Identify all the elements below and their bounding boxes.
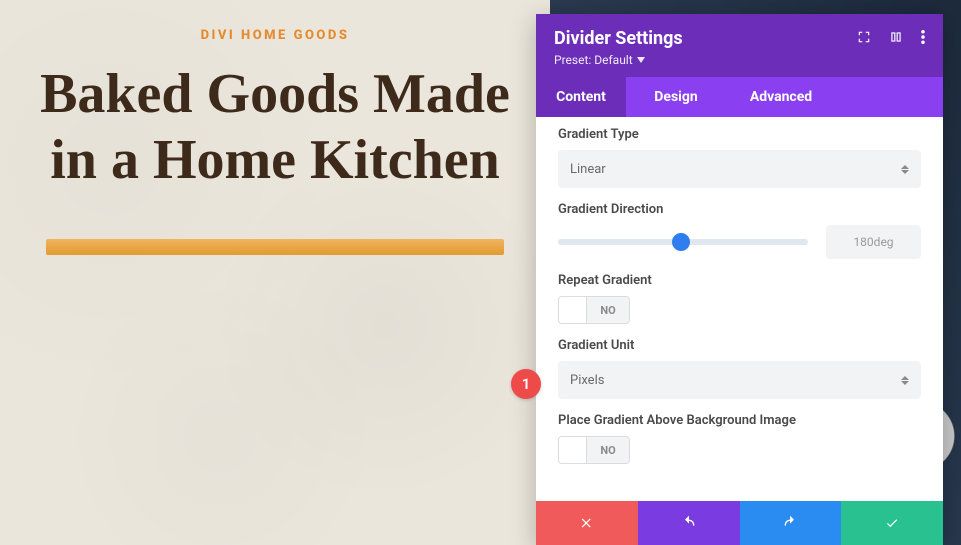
- select-arrows-icon: [901, 165, 909, 174]
- tab-advanced[interactable]: Advanced: [726, 77, 836, 117]
- confirm-button[interactable]: [841, 501, 943, 545]
- check-icon: [884, 516, 900, 530]
- gradient-type-value: Linear: [570, 162, 606, 177]
- repeat-gradient-label: Repeat Gradient: [558, 273, 921, 288]
- slider-thumb[interactable]: [672, 233, 690, 251]
- tab-design[interactable]: Design: [626, 77, 726, 117]
- gradient-direction-slider[interactable]: [558, 239, 808, 245]
- place-above-value: NO: [587, 437, 629, 463]
- chevron-down-icon: [637, 57, 645, 63]
- toggle-knob: [559, 297, 587, 323]
- panel-title: Divider Settings: [554, 28, 683, 49]
- redo-icon: [781, 515, 799, 531]
- eyebrow-text: DIVI HOME GOODS: [30, 28, 520, 43]
- panel-tabs: Content Design Advanced: [536, 77, 943, 117]
- gradient-unit-select[interactable]: Pixels: [558, 361, 921, 399]
- more-icon[interactable]: [921, 29, 925, 48]
- repeat-gradient-value: NO: [587, 297, 629, 323]
- step-badge-1: 1: [511, 369, 541, 399]
- place-above-label: Place Gradient Above Background Image: [558, 413, 818, 428]
- panel-header: Divider Settings Preset: Default: [536, 14, 943, 77]
- close-icon: [580, 516, 594, 530]
- panel-body: Gradient Type Linear Gradient Direction …: [536, 117, 943, 501]
- gradient-unit-value: Pixels: [570, 373, 604, 388]
- redo-button[interactable]: [740, 501, 842, 545]
- page-canvas: DIVI HOME GOODS Baked Goods Made in a Ho…: [0, 0, 550, 545]
- panel-footer: [536, 501, 943, 545]
- select-arrows-icon: [901, 376, 909, 385]
- gradient-unit-label: Gradient Unit: [558, 338, 921, 353]
- expand-icon[interactable]: [857, 29, 871, 48]
- page-headline: Baked Goods Made in a Home Kitchen: [30, 61, 520, 193]
- preset-selector[interactable]: Preset: Default: [554, 53, 925, 67]
- gradient-direction-label: Gradient Direction: [558, 202, 921, 217]
- gradient-type-select[interactable]: Linear: [558, 150, 921, 188]
- undo-icon: [680, 515, 698, 531]
- toggle-knob: [559, 437, 587, 463]
- settings-panel: Divider Settings Preset: Default Content…: [536, 14, 943, 545]
- place-above-toggle[interactable]: NO: [558, 436, 630, 464]
- gradient-direction-value[interactable]: 180deg: [826, 225, 921, 259]
- snap-icon[interactable]: [889, 29, 903, 48]
- cancel-button[interactable]: [536, 501, 638, 545]
- divider-module[interactable]: [46, 239, 504, 255]
- repeat-gradient-toggle[interactable]: NO: [558, 296, 630, 324]
- tab-content[interactable]: Content: [536, 77, 626, 117]
- undo-button[interactable]: [638, 501, 740, 545]
- gradient-type-label: Gradient Type: [558, 127, 921, 142]
- preset-label: Preset: Default: [554, 53, 633, 67]
